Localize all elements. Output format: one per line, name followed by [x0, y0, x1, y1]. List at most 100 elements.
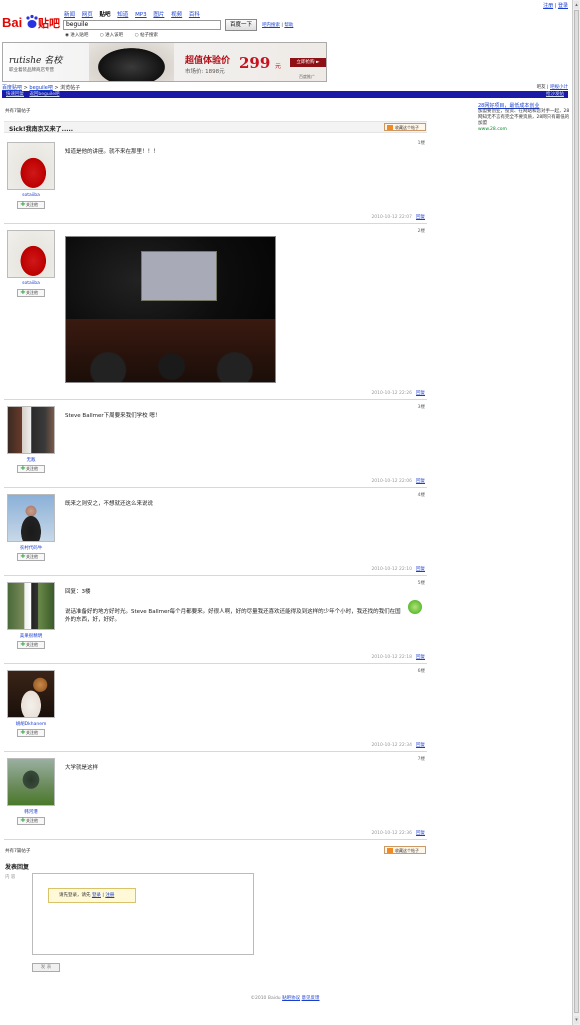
avatar[interactable]: [7, 406, 55, 454]
quick-reply-link[interactable]: 快速回复: [6, 92, 24, 97]
nav-item-video[interactable]: 视频: [171, 12, 182, 18]
follow-button[interactable]: 关注他: [17, 465, 45, 473]
floor-number: 3楼: [417, 405, 425, 410]
floor-number: 2楼: [417, 229, 425, 234]
radio-post-search[interactable]: ○ 帖子搜索: [135, 33, 163, 38]
ad-brand: rutishe 名校: [9, 56, 63, 66]
login-tip-text: 请先登录，请先: [59, 893, 91, 898]
post-time: 2010-10-12 22:18: [371, 655, 412, 660]
login-link-tip[interactable]: 登录: [92, 893, 101, 898]
avatar[interactable]: [7, 142, 55, 190]
ad-model-image: [89, 43, 174, 81]
nav-item-news[interactable]: 新闻: [64, 12, 75, 18]
avatar[interactable]: [7, 758, 55, 806]
reply-link[interactable]: 回复: [416, 479, 425, 484]
follow-button[interactable]: 关注他: [17, 289, 45, 297]
copyright: ©2010 Baidu: [250, 996, 281, 1001]
nav-item-web[interactable]: 网页: [82, 12, 93, 18]
ad-title: 超值体验价: [185, 56, 231, 66]
register-link[interactable]: 注册: [543, 3, 553, 9]
back-to-bar-link[interactable]: 返回beguile吧: [29, 92, 59, 97]
post-meta: 2010-10-12 22:07 回复: [371, 214, 425, 220]
search-button[interactable]: 百度一下: [225, 19, 257, 31]
ad-banner[interactable]: rutishe 名校 职业着装品牌商店专营 超值体验价 市场价: 1898元 2…: [2, 42, 327, 82]
in-bar-search-link[interactable]: 吧内搜索: [262, 23, 280, 28]
nav-item-baike[interactable]: 百科: [189, 12, 200, 18]
post-username[interactable]: 无敌: [7, 457, 55, 463]
reply-textarea[interactable]: [32, 873, 254, 955]
follow-button[interactable]: 关注他: [17, 729, 45, 737]
nav-item-mp3[interactable]: MP3: [135, 12, 147, 18]
avatar[interactable]: [7, 670, 55, 718]
search-input[interactable]: beguile: [63, 20, 221, 30]
svg-text:Bai: Bai: [2, 15, 22, 30]
ad-buy-button[interactable]: 立即抢购 ►: [290, 58, 326, 67]
submit-reply-button[interactable]: 发 表: [32, 963, 60, 972]
sidebar-ad-desc: 加盟要创业，投资、在网站和您对手一起，28网知无不言有完全不要资质，28网只有最…: [478, 109, 570, 126]
login-tip: 请先登录，请先 登录 | 注册: [48, 888, 136, 903]
radio-label: 进入贴吧: [70, 33, 89, 38]
post-username[interactable]: 农村代码牛: [7, 545, 55, 551]
svg-text:贴吧: 贴吧: [37, 16, 60, 30]
vertical-scrollbar[interactable]: ▴ ▾: [572, 0, 580, 1025]
nav-item-images[interactable]: 图片: [153, 12, 164, 18]
favorite-button-bottom[interactable]: 收藏这个帖子: [384, 846, 426, 854]
feedback-link[interactable]: 意见反馈: [302, 996, 320, 1001]
avatar[interactable]: [7, 230, 55, 278]
scroll-down-arrow-icon[interactable]: ▾: [574, 1016, 579, 1024]
reply-link[interactable]: 回复: [416, 391, 425, 396]
post-time: 2010-10-12 22:07: [371, 215, 412, 220]
post-time: 2010-10-12 22:34: [371, 743, 412, 748]
radio-enter-this-bar[interactable]: ○ 进入该吧: [100, 33, 128, 38]
bar-rules-link[interactable]: 吧规小计: [550, 85, 568, 90]
post-username[interactable]: sotaiiba: [7, 281, 55, 286]
radio-enter-bar[interactable]: ◉ 进入贴吧: [65, 33, 93, 38]
reply-link[interactable]: 回复: [416, 831, 425, 836]
reply-link[interactable]: 回复: [416, 215, 425, 220]
photo-projector-screen: [141, 251, 217, 301]
nav-item-tieba[interactable]: 贴吧: [100, 12, 111, 18]
follow-button[interactable]: 关注他: [17, 641, 45, 649]
ad-brand-sub: 职业着装品牌商店专营: [9, 68, 54, 73]
reply-link[interactable]: 回复: [416, 655, 425, 660]
login-tip-separator: |: [102, 893, 104, 898]
lecture-hall-photo[interactable]: [65, 236, 276, 383]
radio-label: 进入该吧: [105, 33, 124, 38]
top-links: 注册 | 登录: [543, 3, 568, 9]
bar-members[interactable]: 吧友: [537, 85, 546, 90]
post-username[interactable]: 美果很精明: [7, 633, 55, 639]
follow-button[interactable]: 关注他: [17, 817, 45, 825]
ad-tag: 百度推广: [299, 74, 315, 79]
post-item: 无敌 关注他 3楼 Steve Ballmer下周要来我们学校 嗯！ 2010-…: [4, 400, 427, 488]
floor-number: 1楼: [417, 141, 425, 146]
post-username[interactable]: sotaiiba: [7, 193, 55, 198]
favorite-button[interactable]: 收藏这个帖子: [384, 123, 426, 131]
reply-link[interactable]: 回复: [416, 743, 425, 748]
post-item: 韩河港 关注他 7楼 大学就是这样 2010-10-12 22:36 回复: [4, 752, 427, 840]
post-time: 2010-10-12 22:26: [371, 391, 412, 396]
avatar[interactable]: [7, 582, 55, 630]
tieba-agreement-link[interactable]: 贴吧协议: [282, 996, 300, 1001]
floor-number: 7楼: [417, 757, 425, 762]
ad-price: 299: [239, 54, 271, 72]
register-link-tip[interactable]: 注册: [105, 893, 114, 898]
sidebar-ad[interactable]: 28网好项目，最低成本创业 加盟要创业，投资、在网站和您对手一起，28网知无不言…: [478, 103, 570, 133]
post-item: sotaiiba 关注他 1楼 知道是他的讲座。就不来在那里！！！ 2010-1…: [4, 136, 427, 224]
floor-number: 6楼: [417, 669, 425, 674]
follow-button[interactable]: 关注他: [17, 201, 45, 209]
grab-sofa-link[interactable]: 抢沙发帖: [546, 91, 564, 98]
post-username[interactable]: 胡胡Dkhanem: [7, 721, 55, 727]
post-username[interactable]: 韩河港: [7, 809, 55, 815]
login-link[interactable]: 登录: [558, 3, 568, 9]
post-content: Steve Ballmer下周要来我们学校 嗯！: [65, 413, 161, 419]
page: 注册 | 登录 Bai 贴吧 新闻 网页 贴吧 知道 MP3 图片 视频 百科 …: [0, 0, 580, 1025]
avatar[interactable]: [7, 494, 55, 542]
scrollbar-thumb[interactable]: [574, 10, 579, 1013]
reply-link[interactable]: 回复: [416, 567, 425, 572]
scroll-up-arrow-icon[interactable]: ▴: [574, 1, 579, 9]
nav-item-zhidao[interactable]: 知道: [117, 12, 128, 18]
ad-market-price: 市场价: 1898元: [185, 69, 225, 75]
baidu-tieba-logo[interactable]: Bai 贴吧: [2, 12, 60, 32]
help-link[interactable]: 帮助: [284, 23, 293, 28]
follow-button[interactable]: 关注他: [17, 553, 45, 561]
